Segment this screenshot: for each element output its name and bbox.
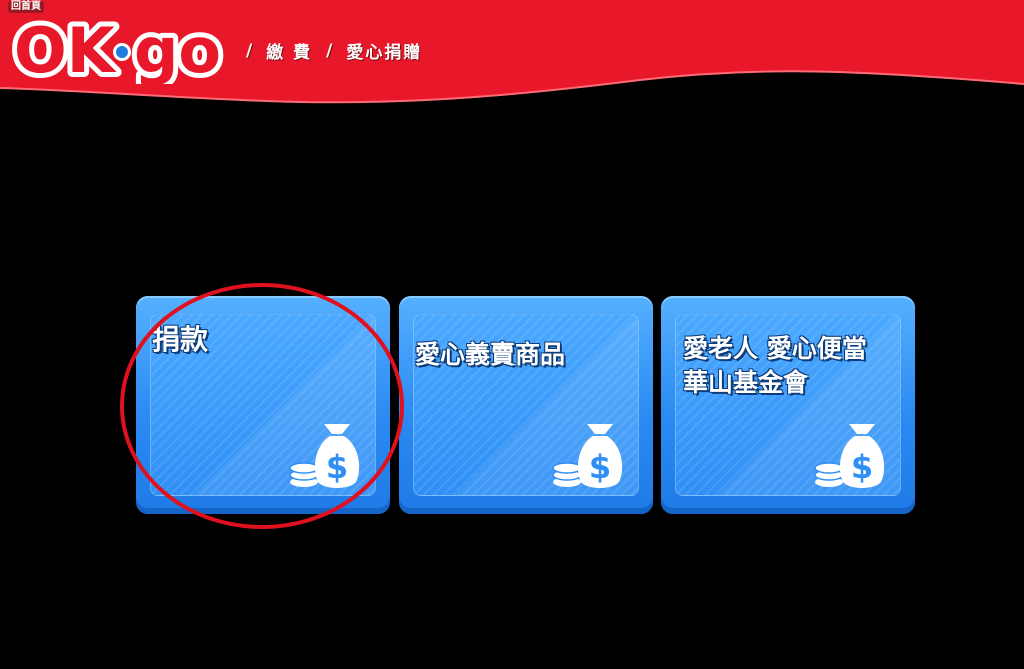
header-bar: 回首頁 OK OK go go / 繳 費 / 愛心捐贈	[0, 0, 1024, 110]
tile-label: 愛心義賣商品	[415, 340, 566, 369]
svg-text:$: $	[326, 448, 348, 486]
money-bag-icon: $	[289, 424, 360, 488]
tile-label: 捐款	[152, 323, 209, 356]
breadcrumb-separator: /	[246, 40, 253, 61]
breadcrumb-item-charity[interactable]: 愛心捐贈	[346, 38, 422, 63]
money-bag-icon: $	[552, 424, 623, 488]
donation-tile[interactable]: 捐款 $	[136, 296, 390, 514]
home-link[interactable]: 回首頁	[8, 1, 44, 13]
charity-sale-tile[interactable]: 愛心義賣商品 $	[399, 296, 653, 514]
svg-text:$: $	[851, 448, 873, 486]
money-bag-icon: $	[814, 424, 885, 488]
tile-label-line2: 華山基金會	[683, 368, 809, 397]
tile-label-line1: 愛老人 愛心便當	[683, 334, 867, 363]
logo-dot	[116, 46, 128, 58]
tile-label: 愛老人 愛心便當 華山基金會	[683, 332, 907, 400]
breadcrumb: / 繳 費 / 愛心捐贈	[246, 38, 422, 64]
svg-text:$: $	[589, 448, 611, 486]
logo-text-right: go	[134, 14, 221, 84]
elderly-meal-tile[interactable]: 愛老人 愛心便當 華山基金會 $	[661, 296, 915, 514]
breadcrumb-item-payment[interactable]: 繳 費	[266, 38, 312, 63]
logo-text-left: OK	[14, 14, 117, 84]
okgo-logo[interactable]: OK OK go go	[10, 14, 240, 84]
breadcrumb-separator: /	[326, 40, 333, 61]
